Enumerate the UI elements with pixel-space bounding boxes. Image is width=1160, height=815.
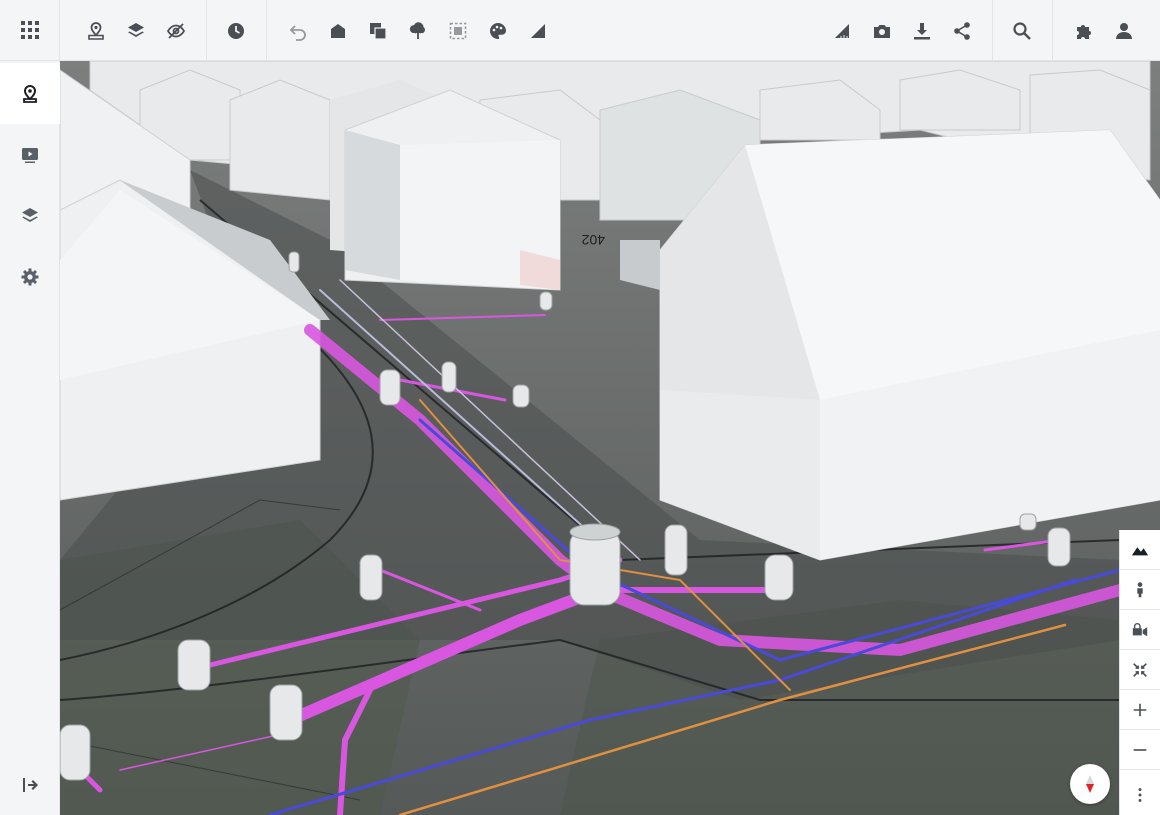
sidebar-collapse-button[interactable] [0,754,60,815]
sidebar-item-map[interactable] [0,63,60,124]
camera-lock-button[interactable] [1120,610,1160,650]
layers-icon [22,207,38,222]
more-icon [1138,788,1142,802]
more-options-button[interactable] [1120,775,1160,815]
account-icon [1116,23,1132,39]
sidebar-item-settings[interactable] [0,246,60,307]
sidebar-item-layers[interactable] [0,185,60,246]
select-area-button[interactable] [440,13,476,49]
presentation-icon [22,147,38,163]
sidebar-item-presentation[interactable] [0,124,60,185]
measure-icon [835,24,849,38]
3d-map-viewport[interactable]: 760 402 [60,61,1160,815]
history-button[interactable] [218,13,254,49]
plugin-icon [1077,25,1091,39]
terrain-icon [1131,546,1149,555]
pedestrian-button[interactable] [1120,570,1160,610]
undo-button[interactable] [280,13,316,49]
select-area-icon [449,22,467,40]
screenshot-button[interactable] [864,13,900,49]
share-icon [954,22,970,40]
undo-icon [289,25,306,41]
locate-button[interactable] [78,13,114,49]
map-pin-icon [88,22,104,40]
settings-icon [21,268,39,285]
compass-icon [1086,775,1094,793]
upload-button[interactable] [400,13,436,49]
search-icon [1013,22,1031,40]
apps-grid-icon [21,21,39,39]
camera-icon [874,25,890,38]
map-pin-icon [23,84,37,103]
download-button[interactable] [904,13,940,49]
compass-button[interactable] [1070,764,1110,804]
slope-icon [531,24,545,38]
fullscreen-button[interactable] [1120,650,1160,690]
fullscreen-icon [1133,662,1147,677]
layers-button[interactable] [118,13,154,49]
measure-button[interactable] [824,13,860,49]
terrain-button[interactable] [1120,530,1160,570]
overlap-tool-button[interactable] [360,13,396,49]
overlap-icon [370,23,387,40]
apps-grid-button[interactable] [0,0,60,61]
share-button[interactable] [944,13,980,49]
toolbar-separator [992,0,993,61]
zoom-out-button[interactable] [1120,730,1160,770]
plugins-button[interactable] [1066,13,1102,49]
toolbar-separator [206,0,207,61]
hide-button[interactable] [158,13,194,49]
zoom-out-icon [1133,748,1147,751]
zoom-in-button[interactable] [1120,690,1160,730]
expand-panel-icon [23,777,38,792]
building-tool-button[interactable] [320,13,356,49]
layers-icon [128,23,144,37]
zoom-in-icon [1133,703,1147,716]
toolbar-separator [1052,0,1053,61]
account-button[interactable] [1106,13,1142,49]
map-controls [1119,530,1160,815]
map-scene: 760 402 [60,61,1160,815]
pedestrian-icon [1137,581,1143,597]
download-icon [914,23,930,40]
parcel-label: 402 [581,232,605,248]
visibility-off-icon [166,23,186,39]
house-icon [331,24,345,38]
left-sidebar [0,0,60,815]
top-toolbar [60,0,1160,61]
toolbar-separator [266,0,267,61]
camera-lock-icon [1132,622,1148,636]
palette-icon [490,23,506,39]
style-button[interactable] [480,13,516,49]
clock-icon [228,23,244,39]
slope-tool-button[interactable] [520,13,556,49]
cloud-upload-icon [409,22,425,39]
search-button[interactable] [1004,13,1040,49]
